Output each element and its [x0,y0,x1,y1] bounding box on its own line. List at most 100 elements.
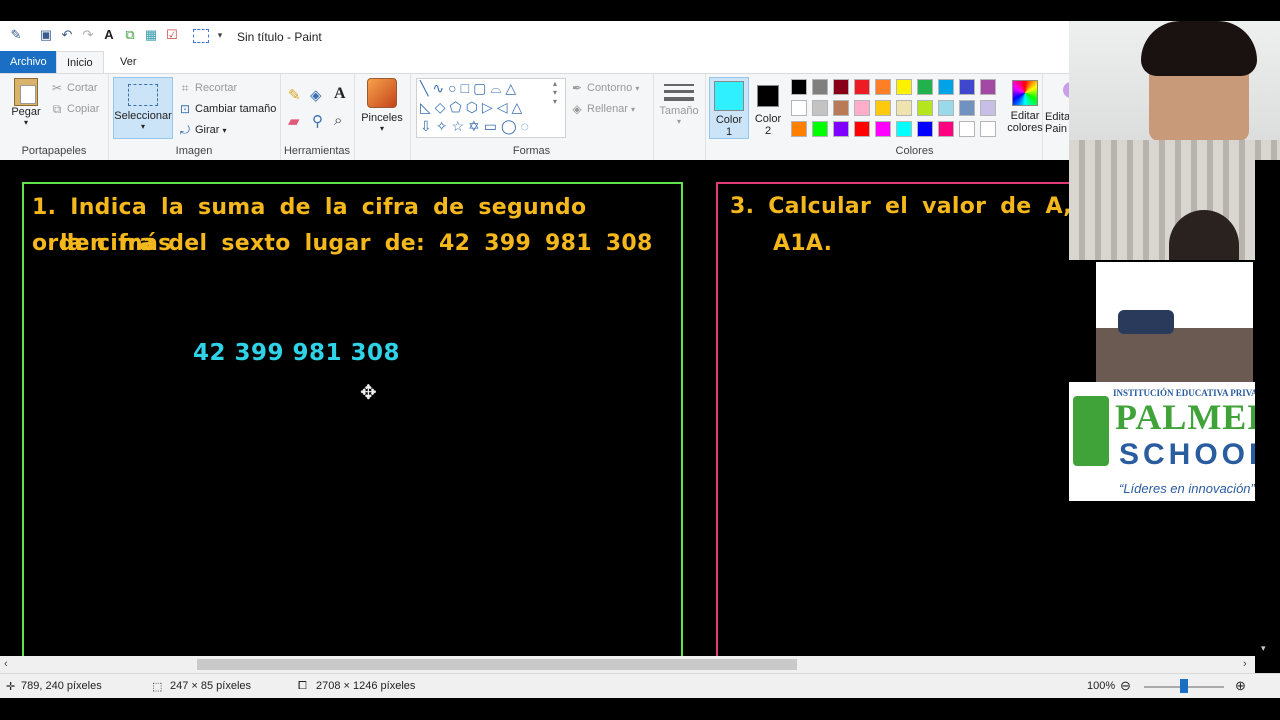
color-icon[interactable]: ▦ [143,27,159,43]
palette-swatch[interactable] [938,79,954,95]
palette-swatch[interactable] [833,100,849,116]
palette-swatch[interactable] [812,79,828,95]
size-group: Tamaño ▾ [653,74,706,160]
palette-swatch[interactable] [896,79,912,95]
fill-button[interactable]: ◈ Rellenar ▾ [570,102,635,116]
tab-archivo[interactable]: Archivo [0,51,57,73]
zoom-level: 100% [1087,680,1116,692]
horizontal-scrollbar[interactable]: ‹ › [0,656,1255,673]
palette-swatch[interactable] [896,100,912,116]
scroll-right-icon[interactable]: › [1243,658,1247,670]
paint3d-button[interactable]: Edita Pain [1045,82,1069,135]
eraser-icon[interactable]: ▰ [288,112,300,130]
crop-button[interactable]: ⌗ Recortar [178,81,238,95]
size-button[interactable]: Tamaño ▾ [659,80,699,126]
logo-tagline: “Líderes en innovación” [1119,481,1255,496]
palette-swatch[interactable] [980,121,996,137]
select-rect-icon [128,84,158,106]
undo-icon[interactable]: ↶ [59,27,75,43]
edit-colors-button[interactable]: Editar colores [1007,80,1043,134]
bottom-black-bar [0,698,1280,720]
redo-icon[interactable]: ↷ [80,27,96,43]
resize-button[interactable]: ⊡ Cambiar tamaño [178,102,276,116]
outline-button[interactable]: ✒ Contorno ▾ [570,81,639,95]
color2-button[interactable]: Color 2 [751,77,785,137]
window-title: Sin título - Paint [237,30,322,44]
question-3-line-2: A1A. [773,231,833,256]
palette-swatch[interactable] [854,121,870,137]
save-icon[interactable]: ▣ [38,27,54,43]
shapes-gallery[interactable]: ╲∿○□▢⌓△ ◺◇⬠⬡▷◁△ ⇩✧☆✡▭◯◌ [416,78,566,138]
clipboard-group: Pegar ▾ ✂ Cortar ⧉ Copiar Portapapeles [0,74,109,160]
palette-swatch[interactable] [812,100,828,116]
palette-swatch[interactable] [938,121,954,137]
palette-swatch[interactable] [875,100,891,116]
clipboard-icon [14,78,38,106]
gallery-scroll-icon[interactable]: ▴ ▾ ▾ [553,79,557,106]
select-button[interactable]: Seleccionar ▾ [113,77,173,139]
color-picker-icon[interactable]: ⚲ [312,112,323,130]
ribbon: Pegar ▾ ✂ Cortar ⧉ Copiar Portapapeles Sel… [0,73,1070,161]
palette-swatch[interactable] [917,121,933,137]
cut-label: Cortar [67,81,98,94]
palette-swatch[interactable] [854,79,870,95]
palette-swatch[interactable] [854,100,870,116]
cut-button[interactable]: ✂ Cortar [50,81,98,95]
vertical-scrollbar[interactable]: ▾ [1255,160,1280,656]
palette-swatch[interactable] [833,79,849,95]
participant-hair [1141,21,1257,76]
scroll-left-icon[interactable]: ‹ [4,658,8,670]
text-tool-icon[interactable]: A [101,27,117,43]
outline-icon: ✒ [571,81,583,95]
colors-group-label: Colores [895,145,934,157]
palette-swatch[interactable] [791,79,807,95]
webcam-participant-2 [1069,140,1280,260]
palette-swatch[interactable] [812,121,828,137]
crop-icon: ⌗ [181,81,189,95]
palette-swatch[interactable] [980,100,996,116]
palette-swatch[interactable] [833,121,849,137]
scroll-down-icon[interactable]: ▾ [1261,643,1266,654]
horizontal-scroll-thumb[interactable] [197,659,797,670]
zoom-out-icon[interactable]: ⊖ [1120,678,1131,694]
brushes-label: Pinceles [361,112,403,124]
palette-swatch[interactable] [875,121,891,137]
palette-swatch[interactable] [791,121,807,137]
brushes-button[interactable]: Pinceles ▾ [360,78,404,133]
palette-swatch[interactable] [917,100,933,116]
copy-button[interactable]: ⧉ Copiar [50,102,100,116]
palette-swatch[interactable] [959,79,975,95]
paste-label: Pegar [11,106,41,118]
palette-swatch[interactable] [917,79,933,95]
palm-tree-icon [1073,396,1109,466]
image-icon[interactable]: ⧉ [122,27,138,43]
zoom-in-icon[interactable]: ⊕ [1235,678,1246,694]
paste-button[interactable]: Pegar ▾ [8,78,44,127]
tab-ver[interactable]: Ver [110,51,147,73]
highlighted-number: 42 399 981 308 [193,340,401,366]
palette-swatch[interactable] [875,79,891,95]
palette-swatch[interactable] [959,100,975,116]
palette-swatch[interactable] [791,100,807,116]
select-shortcut-icon[interactable] [193,29,209,43]
zoom-slider-thumb[interactable] [1180,679,1188,693]
palette-swatch[interactable] [980,79,996,95]
chevron-down-icon: ▾ [631,104,636,114]
palette-swatch[interactable] [959,121,975,137]
palette-swatch[interactable] [938,100,954,116]
color1-button[interactable]: Color 1 [709,77,749,139]
chevron-down-icon: ▾ [379,124,384,133]
pencil-icon[interactable]: ✎ [288,86,301,104]
brushes-group: Pinceles ▾ [354,74,411,160]
select-label: Seleccionar [114,110,172,122]
text-icon[interactable]: A [334,85,346,103]
palette-swatch[interactable] [896,121,912,137]
tab-inicio[interactable]: Inicio [56,51,104,73]
fill-icon[interactable]: ◈ [310,86,322,104]
properties-icon[interactable]: ☑ [164,27,180,43]
scissors-icon: ✂ [51,81,63,95]
selection-size: 247 × 85 píxeles [170,680,252,692]
magnifier-icon[interactable]: ⌕ [334,112,342,129]
rotate-button[interactable]: ⤾ Girar ▾ [178,123,227,137]
customize-toolbar-icon[interactable]: ▾ [212,27,228,43]
